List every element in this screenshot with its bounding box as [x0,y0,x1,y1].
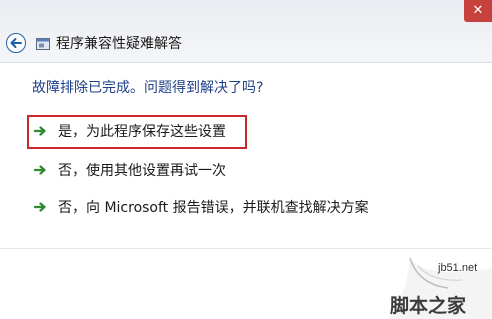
back-button[interactable] [6,33,26,53]
option-report-to-microsoft[interactable]: 否，向 Microsoft 报告错误，并联机查找解决方案 [34,196,369,218]
option-label[interactable]: 是，为此程序保存这些设置 [58,121,226,141]
window-title: 程序兼容性疑难解答 [56,36,182,52]
green-arrow-icon [34,165,46,175]
watermark-url: jb51.net [438,262,478,274]
watermark-name: 脚本之家 [390,295,467,317]
green-arrow-icon [34,202,46,212]
back-arrow-icon[interactable] [9,36,23,50]
close-icon[interactable]: ✕ [464,2,492,20]
option-save-settings[interactable]: 是，为此程序保存这些设置 [34,120,226,142]
option-try-other-settings[interactable]: 否，使用其他设置再试一次 [34,159,226,181]
result-heading: 故障排除已完成。问题得到解决了吗? [32,80,264,96]
green-arrow-icon [34,126,46,136]
title-bar: ✕ 程序兼容性疑难解答 [0,0,492,63]
troubleshooter-app-icon [36,38,50,50]
option-label[interactable]: 否，向 Microsoft 报告错误，并联机查找解决方案 [58,197,369,217]
option-label[interactable]: 否，使用其他设置再试一次 [58,160,226,180]
divider [0,248,492,249]
close-button[interactable]: ✕ [464,0,492,22]
